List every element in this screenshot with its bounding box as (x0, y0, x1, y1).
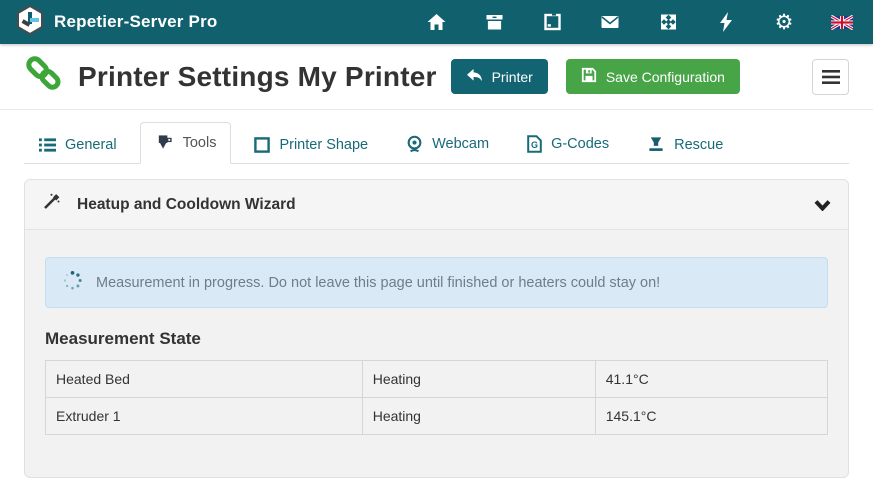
archive-box-icon[interactable] (483, 11, 505, 33)
nozzle-icon (647, 136, 665, 153)
alert-text: Measurement in progress. Do not leave th… (96, 275, 660, 291)
tab-gcodes[interactable]: G G-Codes (512, 123, 624, 164)
gear-icon[interactable]: ⚙ (773, 11, 795, 33)
bolt-icon[interactable] (715, 11, 737, 33)
heater-status: Heating (362, 361, 595, 398)
back-arrow-icon (466, 68, 483, 86)
navbar-menu: ⚙ (425, 11, 853, 33)
tab-webcam-label: Webcam (432, 136, 489, 152)
save-configuration-label: Save Configuration (606, 69, 725, 85)
printer-button[interactable]: Printer (451, 59, 548, 94)
svg-text:G: G (531, 140, 538, 150)
tab-gcodes-label: G-Codes (551, 136, 609, 152)
chain-link-icon (24, 53, 64, 100)
table-row-extruder-1: Extruder 1 Heating 145.1°C (46, 398, 828, 435)
heatup-wizard-panel-header[interactable]: Heatup and Cooldown Wizard (25, 180, 848, 230)
heater-name: Extruder 1 (46, 398, 363, 435)
tab-printer-shape-label: Printer Shape (279, 137, 368, 153)
app-logo-icon (16, 5, 44, 40)
brand[interactable]: Repetier-Server Pro (16, 5, 217, 40)
hamburger-menu-button[interactable] (812, 59, 849, 95)
heater-status: Heating (362, 398, 595, 435)
save-configuration-button[interactable]: Save Configuration (566, 59, 740, 94)
printer-frame-icon[interactable] (541, 11, 563, 33)
panel-body: Measurement in progress. Do not leave th… (25, 230, 848, 477)
top-navbar: Repetier-Server Pro (0, 0, 873, 44)
tab-general[interactable]: General (24, 125, 132, 164)
tab-printer-shape[interactable]: Printer Shape (239, 125, 383, 164)
save-icon (581, 67, 597, 86)
list-icon (39, 137, 56, 153)
wand-icon (42, 193, 60, 216)
home-icon[interactable] (425, 11, 447, 33)
hamburger-icon (822, 70, 840, 84)
brand-name: Repetier-Server Pro (54, 12, 217, 32)
tab-rescue-label: Rescue (674, 137, 723, 153)
chevron-down-icon[interactable] (814, 199, 831, 211)
webcam-icon (406, 135, 423, 153)
measurement-alert: Measurement in progress. Do not leave th… (45, 257, 828, 308)
panel-title: Heatup and Cooldown Wizard (77, 196, 296, 214)
settings-tabs: General Tools Printer Shape Webcam G G-C… (24, 122, 849, 164)
measurement-state-table: Heated Bed Heating 41.1°C Extruder 1 Hea… (45, 360, 828, 435)
language-flag-icon[interactable] (831, 11, 853, 33)
header-divider (0, 109, 873, 110)
tab-tools[interactable]: Tools (140, 122, 232, 164)
tab-general-label: General (65, 137, 117, 153)
heater-temp: 145.1°C (595, 398, 827, 435)
spinner-icon (62, 270, 83, 295)
page-header: Printer Settings My Printer Printer Save… (0, 53, 873, 100)
printer-button-label: Printer (492, 69, 533, 85)
mail-icon[interactable] (599, 11, 621, 33)
measurement-state-heading: Measurement State (45, 329, 828, 349)
tool-icon (155, 134, 174, 152)
heater-temp: 41.1°C (595, 361, 827, 398)
heater-name: Heated Bed (46, 361, 363, 398)
square-outline-icon (254, 137, 270, 153)
fullscreen-icon[interactable] (657, 11, 679, 33)
table-row-heated-bed: Heated Bed Heating 41.1°C (46, 361, 828, 398)
heatup-wizard-panel: Heatup and Cooldown Wizard Measurement i… (24, 179, 849, 478)
tab-tools-label: Tools (183, 135, 217, 151)
tab-rescue[interactable]: Rescue (632, 124, 738, 164)
page-title: Printer Settings My Printer (78, 61, 437, 93)
tab-webcam[interactable]: Webcam (391, 123, 504, 164)
gcode-file-icon: G (527, 135, 542, 153)
